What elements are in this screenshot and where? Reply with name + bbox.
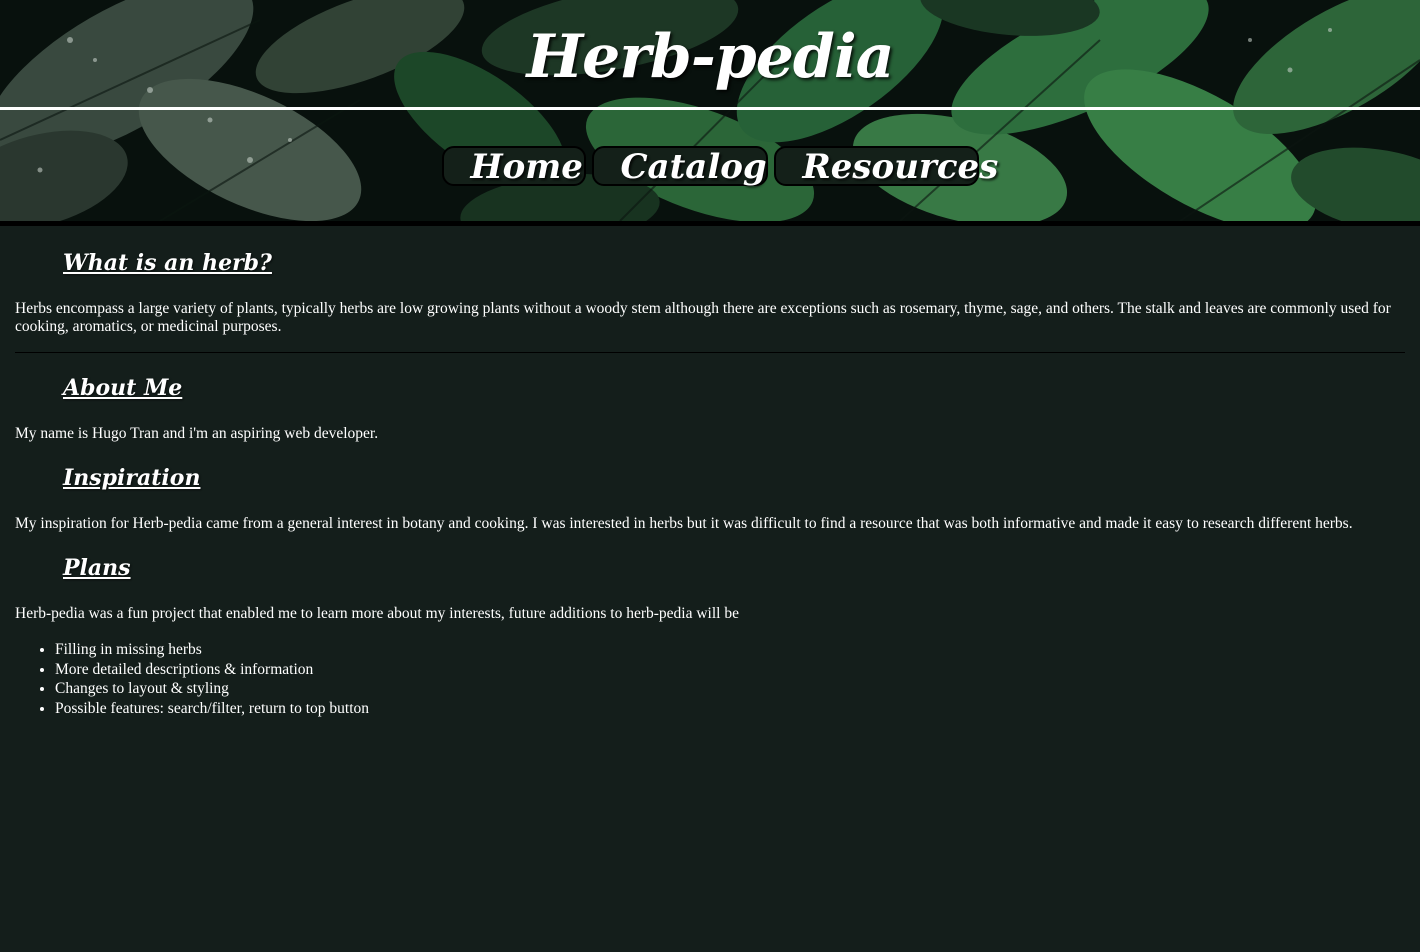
list-item: Filling in missing herbs — [55, 640, 1405, 660]
about-me-heading: About Me — [63, 375, 183, 401]
site-title: Herb-pedia — [526, 22, 894, 92]
title-divider — [0, 107, 1420, 110]
what-is-herb-heading: What is an herb? — [63, 250, 272, 276]
list-item: More detailed descriptions & information — [55, 660, 1405, 680]
plans-text: Herb-pedia was a fun project that enable… — [15, 605, 739, 622]
site-header: Herb-pedia Home Catalog Resources — [0, 0, 1420, 226]
inspiration-heading: Inspiration — [63, 465, 201, 491]
section-divider — [15, 352, 1405, 353]
list-item: Possible features: search/filter, return… — [55, 699, 1405, 719]
main-nav: Home Catalog Resources — [0, 146, 1420, 186]
about-me-text: My name is Hugo Tran and i'm an aspiring… — [15, 425, 379, 442]
inspiration-text: My inspiration for Herb-pedia came from … — [15, 515, 1353, 532]
nav-catalog-button[interactable]: Catalog — [591, 146, 768, 186]
list-item: Changes to layout & styling — [55, 679, 1405, 699]
what-is-herb-text: Herbs encompass a large variety of plant… — [15, 300, 1391, 335]
nav-resources-button[interactable]: Resources — [773, 146, 998, 186]
plans-heading: Plans — [63, 555, 131, 581]
nav-home-button[interactable]: Home — [441, 146, 586, 186]
main-content: What is an herb? Herbs encompass a large… — [0, 226, 1420, 718]
plans-list: Filling in missing herbs More detailed d… — [15, 640, 1405, 718]
